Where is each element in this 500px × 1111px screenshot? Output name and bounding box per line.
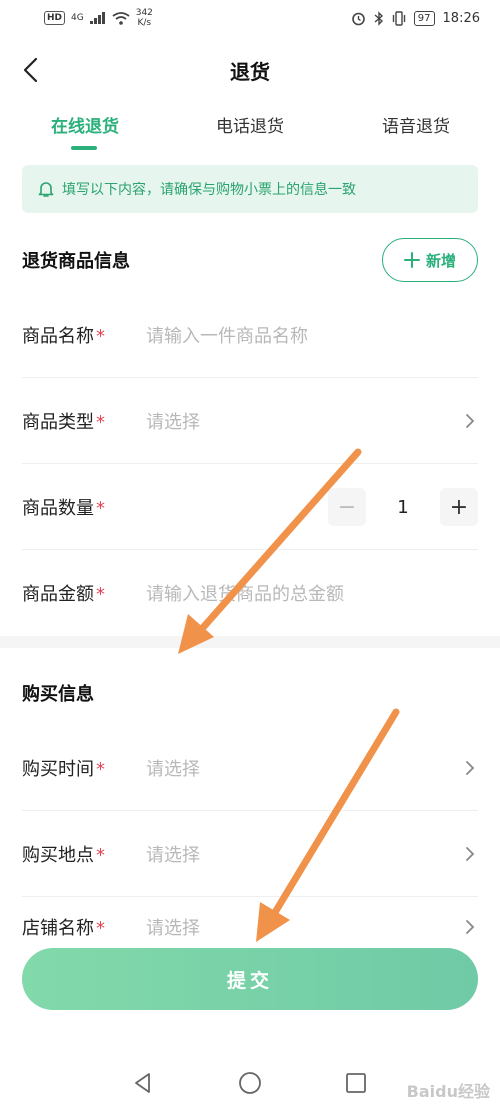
section-divider [0, 636, 500, 648]
tab-voice-return[interactable]: 语音退货 [382, 112, 450, 137]
store-name-select[interactable]: 请选择 [146, 914, 462, 940]
required-mark: * [96, 411, 105, 433]
product-section-title: 退货商品信息 [22, 251, 130, 272]
nav-back-icon[interactable] [130, 1070, 156, 1096]
product-name-label: 商品名称 * [22, 325, 105, 347]
product-type-label: 商品类型 * [22, 411, 105, 433]
status-bar: HD 4G 342 K/s 97 18:26 [0, 0, 500, 36]
quantity-plus-button[interactable]: + [439, 488, 478, 526]
alarm-icon [351, 12, 365, 25]
notice-text: 填写以下内容，请确保与购物小票上的信息一致 [62, 182, 356, 198]
purchase-location-label: 购买地点 * [22, 844, 105, 866]
add-item-label: 新增 [425, 251, 456, 270]
bluetooth-icon [374, 10, 383, 26]
chevron-right-icon [466, 413, 475, 428]
quantity-minus-button[interactable]: − [328, 488, 366, 526]
product-type-select[interactable]: 请选择 [146, 408, 462, 434]
nav-recent-icon[interactable] [343, 1070, 369, 1096]
required-mark: * [96, 918, 105, 939]
submit-button[interactable]: 提交 [22, 948, 478, 1010]
product-name-row: 商品名称 * 请输入一件商品名称 [22, 292, 478, 378]
chevron-right-icon [466, 920, 475, 934]
hd-badge: HD [44, 11, 66, 25]
required-mark: * [96, 758, 105, 780]
product-type-row[interactable]: 商品类型 * 请选择 [22, 378, 478, 464]
purchase-section-title: 购买信息 [22, 684, 94, 705]
signal-label: 4G [71, 13, 84, 23]
network-speed: 342 K/s [136, 8, 153, 28]
purchase-time-label: 购买时间 * [22, 758, 105, 780]
product-quantity-label: 商品数量 * [22, 497, 105, 519]
tab-online-return[interactable]: 在线退货 [51, 112, 119, 137]
product-amount-label: 商品金额 * [22, 584, 105, 605]
bell-icon [38, 182, 54, 197]
signal-icon [89, 12, 105, 24]
chevron-right-icon [466, 846, 475, 861]
back-arrow-icon[interactable] [18, 54, 46, 86]
speed-value: 342 [135, 8, 153, 18]
page-title: 退货 [230, 59, 270, 84]
product-quantity-row: 商品数量 * − 1 + [22, 464, 478, 550]
nav-bar: 退货 [0, 44, 500, 96]
required-mark: * [96, 325, 105, 347]
purchase-location-row[interactable]: 购买地点 * 请选择 [22, 811, 478, 897]
baidu-watermark: Baidu经验 [406, 1082, 490, 1101]
speed-unit: K/s [137, 18, 152, 28]
plus-icon [403, 252, 420, 268]
store-name-row[interactable]: 店铺名称 * 请选择 [22, 896, 478, 942]
purchase-location-select[interactable]: 请选择 [146, 841, 462, 867]
nav-home-icon[interactable] [237, 1070, 263, 1096]
vibrate-icon [392, 10, 405, 26]
purchase-time-row[interactable]: 购买时间 * 请选择 [22, 725, 478, 811]
tab-phone-return[interactable]: 电话退货 [216, 112, 284, 137]
battery-indicator: 97 [413, 10, 435, 26]
wifi-icon [112, 11, 130, 25]
status-left: HD 4G 342 K/s [44, 8, 153, 28]
product-amount-row: 商品金额 * 请输入退货商品的总金额 [22, 550, 478, 636]
notice-banner: 填写以下内容，请确保与购物小票上的信息一致 [22, 165, 478, 213]
add-item-button[interactable]: 新增 [382, 238, 478, 282]
product-amount-input[interactable]: 请输入退货商品的总金额 [146, 580, 478, 606]
clock: 18:26 [442, 10, 480, 26]
quantity-stepper: − 1 + [328, 486, 478, 528]
quantity-value[interactable]: 1 [397, 497, 408, 518]
tab-active-indicator [71, 146, 97, 150]
status-right: 97 18:26 [351, 10, 480, 26]
product-name-input[interactable]: 请输入一件商品名称 [146, 322, 478, 348]
purchase-time-select[interactable]: 请选择 [146, 755, 462, 781]
tab-bar: 在线退货 电话退货 语音退货 [0, 112, 500, 156]
chevron-right-icon [466, 760, 475, 775]
required-mark: * [96, 844, 105, 866]
required-mark: * [96, 497, 105, 519]
store-name-label: 店铺名称 * [22, 918, 105, 939]
required-mark: * [96, 584, 105, 605]
